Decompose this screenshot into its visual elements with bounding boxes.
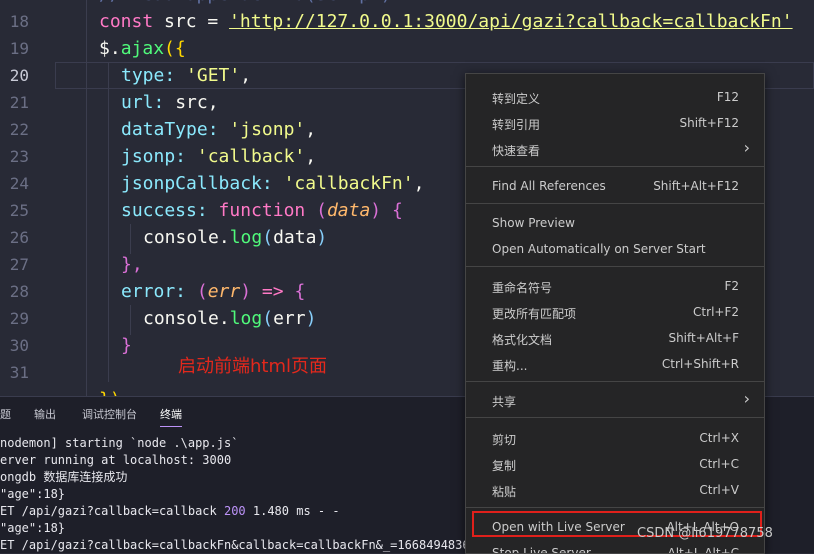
code-line-32: }) — [99, 386, 121, 396]
code-line-19: $.ajax({ — [99, 38, 186, 59]
terminal-line: ET /api/gazi?callback=callbackFn&callbac… — [0, 538, 485, 552]
terminal-line: erver running at localhost: 3000 — [0, 453, 232, 467]
code-line-28: error: (err) => { — [121, 281, 306, 302]
indent-guide — [130, 305, 131, 335]
menu-item-peek[interactable]: 快速查看 › — [466, 135, 764, 161]
context-menu: 转到定义 F12 转到引用 Shift+F12 快速查看 › Find All Ref… — [465, 73, 765, 554]
code-line-21: url: src, — [121, 92, 219, 113]
line-number: 30 — [9, 336, 29, 355]
menu-separator — [466, 381, 764, 382]
code-line-29: console.log(err) — [143, 308, 317, 329]
menu-separator — [466, 266, 764, 267]
tab-debug-console[interactable]: 调试控制台 — [82, 406, 137, 422]
menu-item-show-preview[interactable]: Show Preview — [466, 209, 764, 235]
watermark: CSDN @li619778758 — [637, 526, 773, 541]
line-number: 22 — [9, 120, 29, 139]
terminal-line: "age":18} — [0, 521, 66, 535]
terminal-line: ongdb 数据库连接成功 — [0, 470, 128, 484]
menu-item-paste[interactable]: 粘贴 Ctrl+V — [466, 476, 764, 502]
line-number: 29 — [9, 309, 29, 328]
menu-separator — [466, 507, 764, 508]
line-number: 19 — [9, 39, 29, 58]
menu-item-format-document[interactable]: 格式化文档 Shift+Alt+F — [466, 324, 764, 350]
chevron-right-icon: › — [743, 389, 750, 408]
code-line-18: const src = 'http://127.0.0.1:3000/api/g… — [99, 11, 793, 32]
menu-item-go-to-definition[interactable]: 转到定义 F12 — [466, 83, 764, 109]
menu-separator — [466, 203, 764, 204]
annotation-text: 启动前端html页面 — [178, 356, 328, 377]
menu-item-cut[interactable]: 剪切 Ctrl+X — [466, 424, 764, 450]
menu-separator — [466, 417, 764, 418]
indent-guide — [86, 0, 87, 396]
line-number: 27 — [9, 255, 29, 274]
code-line-20: type: 'GET', — [121, 65, 252, 86]
code-line-26: console.log(data) — [143, 227, 328, 248]
code-line-22: dataType: 'jsonp', — [121, 119, 317, 140]
line-number: 26 — [9, 228, 29, 247]
menu-item-open-automatically[interactable]: Open Automatically on Server Start — [466, 235, 764, 261]
indent-guide — [108, 62, 109, 382]
code-line-25: success: function (data) { — [121, 200, 403, 221]
terminal-line: "age":18} — [0, 487, 66, 501]
tab-terminal[interactable]: 终端 — [160, 406, 182, 427]
terminal-line: ET /api/gazi?callback=callback 200 1.480… — [0, 504, 340, 518]
menu-item-change-all-occurrences[interactable]: 更改所有匹配项 Ctrl+F2 — [466, 298, 764, 324]
code-line-30: } — [121, 335, 132, 356]
indent-guide — [130, 224, 131, 254]
line-number: 24 — [9, 174, 29, 193]
line-number-current: 20 — [9, 66, 29, 85]
menu-separator — [466, 166, 764, 167]
tab-output[interactable]: 输出 — [34, 406, 56, 422]
line-number: 23 — [9, 147, 29, 166]
menu-item-copy[interactable]: 复制 Ctrl+C — [466, 450, 764, 476]
code-line-27: }, — [121, 254, 143, 275]
code-line-17: // head.appendChild(script) — [99, 0, 392, 8]
menu-item-refactor[interactable]: 重构... Ctrl+Shift+R — [466, 350, 764, 376]
line-number: 21 — [9, 93, 29, 112]
tab-problems[interactable]: 题 — [0, 406, 11, 422]
terminal-line: nodemon] starting `node .\app.js` — [0, 436, 239, 450]
code-line-23: jsonp: 'callback', — [121, 146, 317, 167]
line-number: 28 — [9, 282, 29, 301]
menu-item-go-to-references[interactable]: 转到引用 Shift+F12 — [466, 109, 764, 135]
chevron-right-icon: › — [743, 138, 750, 157]
menu-item-find-all-references[interactable]: Find All References Shift+Alt+F12 — [466, 172, 764, 198]
code-line-24: jsonpCallback: 'callbackFn', — [121, 173, 425, 194]
line-number: 18 — [9, 12, 29, 31]
line-number: 31 — [9, 363, 29, 382]
menu-item-rename-symbol[interactable]: 重命名符号 F2 — [466, 272, 764, 298]
line-number: 25 — [9, 201, 29, 220]
menu-item-share[interactable]: 共享 › — [466, 386, 764, 412]
